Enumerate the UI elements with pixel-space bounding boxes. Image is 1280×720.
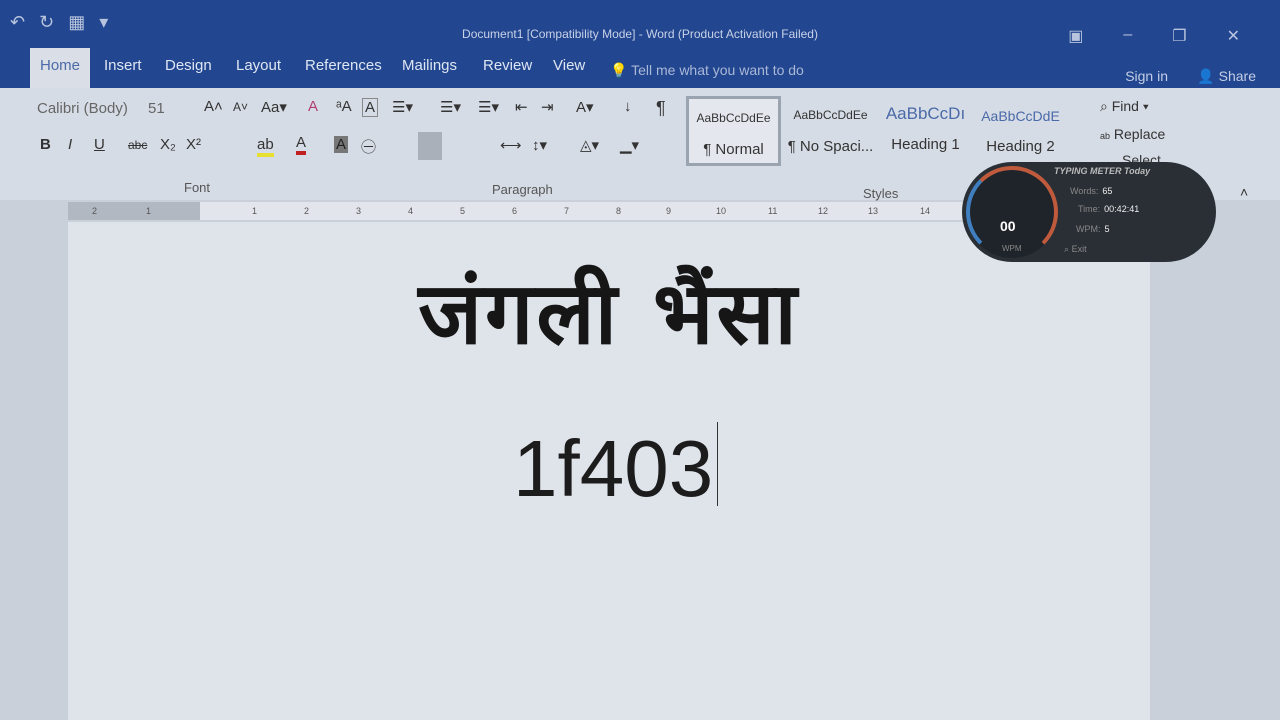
paragraph-group-label: Paragraph [492,182,553,197]
strikethrough-icon[interactable]: abc [128,138,147,152]
numbering-icon[interactable]: ☰▾ [440,98,461,116]
font-color-icon[interactable]: A [296,134,307,155]
close-icon[interactable]: ✕ [1227,26,1240,46]
document-line-code: 1f403 [513,422,719,515]
typing-meter-widget[interactable]: 00 WPM TYPING METER Today Words: 65 Time:… [962,162,1216,262]
lightbulb-icon: 💡 [610,62,628,78]
character-shading-icon[interactable]: A [334,136,349,153]
meter-title: TYPING METER Today [1054,166,1151,176]
search-icon: ⌕ [1064,244,1070,254]
clear-formatting-icon[interactable]: A [308,98,318,115]
sign-in-link[interactable]: Sign in [1125,68,1168,84]
superscript-icon[interactable]: X² [186,136,201,153]
replace-button[interactable]: ab Replace [1100,126,1165,142]
tab-layout[interactable]: Layout [236,57,281,74]
multilevel-list-icon[interactable]: ☰▾ [478,98,499,116]
shrink-font-icon[interactable]: A˅ [233,100,248,114]
document-line-hindi: जंगली भैंसा [418,264,800,364]
distributed-icon[interactable]: ⟷ [500,136,522,154]
text-cursor [717,422,719,506]
highlight-icon[interactable]: ab [257,136,274,157]
font-name-dropdown[interactable]: Calibri (Body) [37,100,128,117]
ribbon-display-icon[interactable]: ▣ [1068,26,1083,46]
title-bar: ↶ ↻ ▦ ▾ Document1 [Compatibility Mode] -… [0,0,1280,52]
gauge-value: 00 [1000,218,1016,234]
text-effects-icon[interactable]: A▾ [576,98,594,116]
tab-review[interactable]: Review [483,57,532,74]
font-group-label: Font [184,180,211,195]
tab-home[interactable]: Home [30,48,91,88]
words-stat: Words: 65 [1070,186,1113,196]
bold-icon[interactable]: B [40,136,51,153]
wpm-stat: WPM: 5 [1076,224,1110,234]
replace-icon: ab [1100,131,1111,141]
share-button[interactable]: 👤 Share [1197,68,1256,85]
styles-group-label: Styles [863,186,899,201]
italic-icon[interactable]: I [68,136,72,153]
person-add-icon: 👤 [1197,68,1215,84]
increase-indent-icon[interactable]: ⇥ [541,98,554,116]
ribbon-tabs: Home Insert Design Layout References Mai… [0,48,1280,88]
tab-design[interactable]: Design [165,57,212,74]
underline-icon[interactable]: U [94,136,105,153]
phonetic-guide-icon[interactable]: ᵃA [336,98,352,115]
tab-references[interactable]: References [305,57,382,74]
shading-icon[interactable]: ◬▾ [580,136,599,154]
tab-mailings[interactable]: Mailings [402,57,457,74]
grow-font-icon[interactable]: A˄ [204,98,223,115]
decrease-indent-icon[interactable]: ⇤ [515,98,528,116]
enclose-characters-icon[interactable]: ㊀ [361,136,376,157]
style-normal[interactable]: AaBbCcDdEe ¶ Normal [686,96,781,166]
style-no-spacing[interactable]: AaBbCcDdEe ¶ No Spaci... [783,96,878,166]
find-button[interactable]: ⌕ Find ▾ [1100,98,1149,115]
tab-insert[interactable]: Insert [104,57,142,74]
gauge-unit: WPM [1002,244,1022,253]
change-case-icon[interactable]: Aa▾ [261,98,287,116]
tell-me-search[interactable]: 💡 Tell me what you want to do [610,62,804,79]
restore-icon[interactable]: ❐ [1172,26,1186,46]
sort-icon[interactable]: ↓ [624,98,632,115]
time-stat: Time: 00:42:41 [1078,204,1140,214]
minimize-icon[interactable]: – [1123,26,1132,46]
borders-icon[interactable]: ▁▾ [620,136,639,154]
subscript-icon[interactable]: X₂ [160,136,176,153]
bullets-icon[interactable]: ☰▾ [392,98,413,116]
style-heading-1[interactable]: AaBbCcDı Heading 1 [878,96,973,166]
exit-button[interactable]: ⌕ Exit [1064,244,1087,255]
font-size-dropdown[interactable]: 51 [148,100,165,117]
document-page[interactable]: जंगली भैंसा 1f403 [68,222,1150,720]
tab-view[interactable]: View [553,57,585,74]
line-spacing-icon[interactable]: ↕▾ [532,136,547,154]
align-center-icon[interactable] [418,132,442,160]
character-border-icon[interactable]: A [362,98,379,117]
horizontal-ruler[interactable]: 2 1 1 2 3 4 5 6 7 8 9 10 11 12 13 14 [68,202,968,220]
collapse-ribbon-icon[interactable]: ˄ [1240,184,1248,200]
style-heading-2[interactable]: AaBbCcDdE Heading 2 [973,96,1068,166]
show-formatting-marks-icon[interactable]: ¶ [656,98,666,119]
